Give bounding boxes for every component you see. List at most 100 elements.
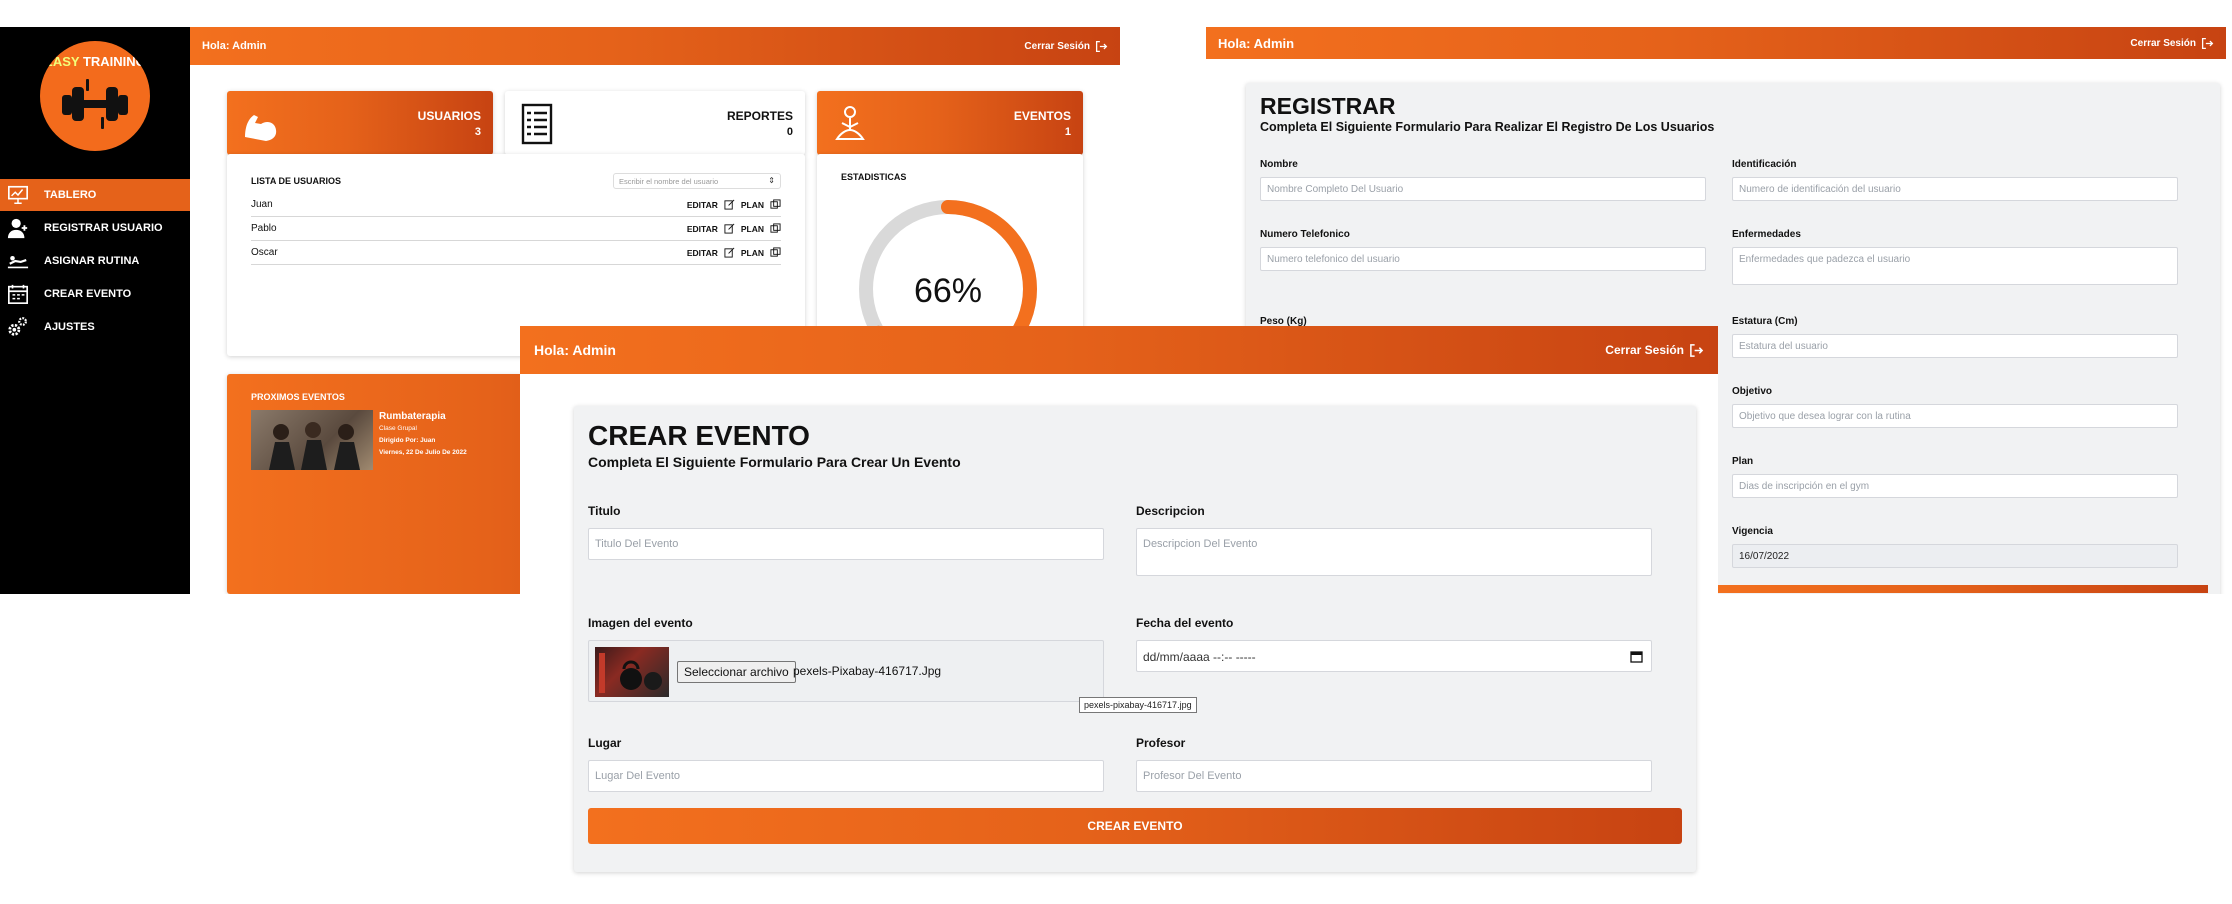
checklist-icon xyxy=(521,103,553,145)
submit-label: CREAR EVENTO xyxy=(1087,819,1183,833)
nav-label: ASIGNAR RUTINA xyxy=(44,255,140,267)
logo-word-1: EASY xyxy=(44,54,80,69)
fecha-label: Fecha del evento xyxy=(1136,616,1234,630)
logo-text: EASY TRAINING xyxy=(40,55,150,68)
nav-label: REGISTRAR USUARIO xyxy=(44,222,163,234)
user-name: Oscar xyxy=(251,247,278,258)
add-user-icon xyxy=(6,216,30,240)
stat-value: 1 xyxy=(1064,126,1071,138)
plan-button[interactable]: PLAN xyxy=(741,224,764,234)
plan-label: PLAN xyxy=(740,223,764,234)
top-bar: Hola: Admin Cerrar Sesión xyxy=(520,326,1718,374)
dumbbell-icon xyxy=(62,79,128,129)
crear-evento-form-card: CREAR EVENTO Completa El Siguiente Formu… xyxy=(574,406,1696,872)
enfermedades-textarea[interactable]: Enfermedades que padezca el usuario xyxy=(1732,247,2178,285)
filename-tooltip: pexels-pixabay-416717.jpg xyxy=(1079,697,1197,713)
fecha-placeholder: dd/mm/aaaa --:-- ----- xyxy=(1143,650,1256,664)
lugar-field[interactable]: Lugar Del Evento xyxy=(588,760,1104,792)
stat-title: EVENTOS xyxy=(1013,109,1071,123)
copy-icon[interactable] xyxy=(770,247,781,258)
edit-label: EDITAR xyxy=(686,199,718,210)
titulo-field[interactable]: Titulo Del Evento xyxy=(588,528,1104,560)
event-leader: Dirigido Por: Juan xyxy=(379,437,436,444)
crear-evento-title: CREAR EVENTO xyxy=(588,420,810,451)
logout-label: Cerrar Sesión xyxy=(1605,343,1684,357)
stat-value: 3 xyxy=(474,126,481,138)
crear-evento-window: Hola: Admin Cerrar Sesión CREAR EVENTO C… xyxy=(520,326,1718,886)
event-name: Rumbaterapia xyxy=(379,411,446,422)
descripcion-textarea[interactable]: Descripcion Del Evento xyxy=(1136,528,1652,576)
stat-value: 0 xyxy=(786,126,793,138)
easy-training-logo: EASY TRAINING xyxy=(40,41,150,151)
stat-card-eventos[interactable]: EVENTOS 1 xyxy=(817,91,1083,155)
telefono-field[interactable]: Numero telefonico del usuario xyxy=(1260,247,1706,271)
vigencia-field[interactable]: 16/07/2022 xyxy=(1732,544,2178,568)
calendar-picker-icon[interactable] xyxy=(1630,650,1643,663)
logout-label: Cerrar Sesión xyxy=(1024,40,1090,52)
registrar-subtitle: Completa El Siguiente Formulario Para Re… xyxy=(1260,120,1715,134)
user-row: Oscar EDITAR PLAN xyxy=(251,241,781,265)
logout-button[interactable]: Cerrar Sesión xyxy=(2130,37,2214,50)
vigencia-label: Vigencia xyxy=(1732,526,1773,537)
edit-icon[interactable] xyxy=(724,223,735,234)
objetivo-field[interactable]: Objetivo que desea lograr con la rutina xyxy=(1732,404,2178,428)
identificacion-field[interactable]: Numero de identificación del usuario xyxy=(1732,177,2178,201)
imagen-label: Imagen del evento xyxy=(588,616,693,630)
estatura-field[interactable]: Estatura del usuario xyxy=(1732,334,2178,358)
edit-button[interactable]: EDITAR xyxy=(687,200,718,210)
top-bar: Hola: Admin Cerrar Sesión xyxy=(1206,27,2226,59)
stat-card-reportes[interactable]: REPORTES 0 xyxy=(505,91,805,155)
select-arrows-icon: ⇕ xyxy=(768,176,775,185)
profesor-label: Profesor xyxy=(1136,736,1186,750)
edit-icon[interactable] xyxy=(724,199,735,210)
choose-file-button[interactable]: Seleccionar archivo xyxy=(677,661,796,683)
plan-label: PLAN xyxy=(740,247,764,258)
lugar-label: Lugar xyxy=(588,736,622,750)
dashboard-icon xyxy=(6,183,30,207)
user-row: Juan EDITAR PLAN xyxy=(251,193,781,217)
copy-icon[interactable] xyxy=(770,223,781,234)
user-search-select[interactable]: Escribir el nombre del usuario ⇕ xyxy=(613,173,781,189)
fecha-field[interactable]: dd/mm/aaaa --:-- ----- xyxy=(1136,640,1652,672)
upcoming-title: PROXIMOS EVENTOS xyxy=(251,392,345,402)
muscle-arm-icon xyxy=(245,115,277,141)
registrar-submit-button[interactable] xyxy=(1718,585,2208,593)
nav-item-registrar-usuario[interactable]: REGISTRAR USUARIO xyxy=(0,212,190,244)
logout-button[interactable]: Cerrar Sesión xyxy=(1024,40,1108,53)
plan-button[interactable]: PLAN xyxy=(741,248,764,258)
sidebar: EASY TRAINING TABLERO REGISTRAR USUARIO … xyxy=(0,27,190,594)
nav-item-crear-evento[interactable]: CREAR EVENTO xyxy=(0,278,190,310)
nav-item-tablero[interactable]: TABLERO xyxy=(0,179,190,211)
edit-icon[interactable] xyxy=(724,247,735,258)
greeting-text: Hola: Admin xyxy=(534,342,616,358)
stat-card-usuarios[interactable]: USUARIOS 3 xyxy=(227,91,493,155)
profesor-field[interactable]: Profesor Del Evento xyxy=(1136,760,1652,792)
edit-button[interactable]: EDITAR xyxy=(687,224,718,234)
objetivo-label: Objetivo xyxy=(1732,386,1773,397)
nombre-field[interactable]: Nombre Completo Del Usuario xyxy=(1260,177,1706,201)
plan-label: Plan xyxy=(1732,456,1754,467)
nav-item-asignar-rutina[interactable]: ASIGNAR RUTINA xyxy=(0,245,190,277)
plan-label: PLAN xyxy=(740,199,764,210)
enfermedades-label: Enfermedades xyxy=(1732,229,1801,240)
stat-title: USUARIOS xyxy=(417,109,481,123)
titulo-label: Titulo xyxy=(588,504,621,518)
logout-label: Cerrar Sesión xyxy=(2130,37,2196,49)
copy-icon[interactable] xyxy=(770,199,781,210)
identificacion-label: Identificación xyxy=(1732,159,1797,170)
yoga-icon xyxy=(835,106,865,140)
logout-icon xyxy=(1095,40,1108,52)
image-upload-field[interactable]: Seleccionar archivo pexels-Pixabay-41671… xyxy=(588,640,1104,702)
nav-item-ajustes[interactable]: AJUSTES xyxy=(0,311,190,343)
descripcion-label: Descripcion xyxy=(1136,504,1205,518)
event-photo xyxy=(269,422,360,470)
plan-button[interactable]: PLAN xyxy=(741,200,764,210)
logout-button[interactable]: Cerrar Sesión xyxy=(1605,343,1704,358)
event-thumbnail xyxy=(251,410,373,470)
greeting-text: Hola: Admin xyxy=(1218,35,1295,51)
plan-field[interactable]: Dias de inscripción en el gym xyxy=(1732,474,2178,498)
user-name: Pablo xyxy=(251,223,277,234)
edit-button[interactable]: EDITAR xyxy=(687,248,718,258)
crear-evento-submit-button[interactable]: CREAR EVENTO xyxy=(588,808,1682,844)
calendar-icon xyxy=(6,282,30,306)
